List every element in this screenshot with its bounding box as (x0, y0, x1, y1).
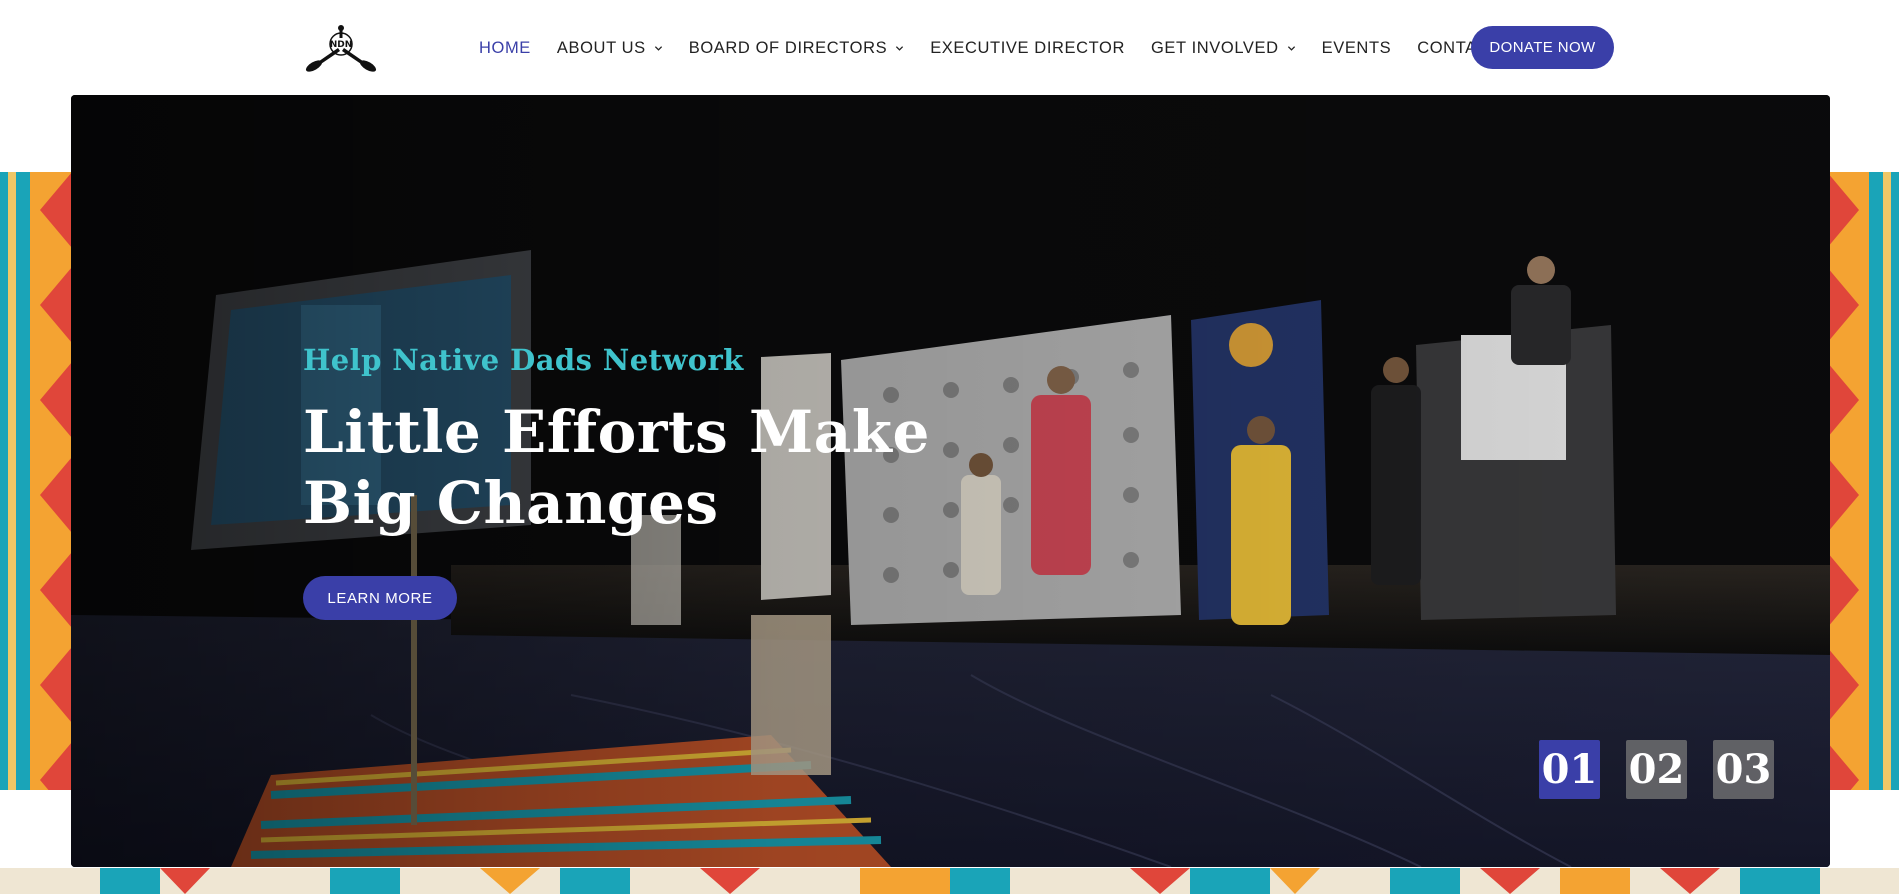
learn-more-button[interactable]: LEARN MORE (303, 576, 457, 620)
nav-board-of-directors-label: BOARD OF DIRECTORS (688, 38, 888, 57)
donate-now-button[interactable]: DONATE NOW (1471, 26, 1614, 69)
nav-executive-director[interactable]: EXECUTIVE DIRECTOR (930, 39, 1125, 58)
nav-get-involved[interactable]: GET INVOLVED (1151, 39, 1296, 58)
nav-about-us-label: ABOUT US (556, 38, 646, 57)
slide-pagination: 01 02 03 (1539, 740, 1774, 799)
pattern-band-bottom (0, 868, 1899, 894)
pattern-stripe-left (0, 172, 72, 790)
top-navigation: NDN HOME ABOUT US BOARD OF DIRECTORS EXE… (0, 0, 1899, 96)
nav-board-of-directors[interactable]: BOARD OF DIRECTORS (689, 39, 904, 58)
chevron-down-icon (1287, 45, 1295, 51)
nav-events[interactable]: EVENTS (1322, 39, 1392, 58)
nav-about-us[interactable]: ABOUT US (557, 39, 663, 58)
nav-executive-director-label: EXECUTIVE DIRECTOR (930, 38, 1125, 57)
main-menu: HOME ABOUT US BOARD OF DIRECTORS EXECUTI… (479, 36, 1555, 60)
logo[interactable]: NDN (302, 22, 380, 72)
chevron-down-icon (654, 45, 662, 51)
slide-dot-3[interactable]: 03 (1713, 740, 1774, 799)
nav-get-involved-label: GET INVOLVED (1150, 38, 1279, 57)
slide-dot-1[interactable]: 01 (1539, 740, 1600, 799)
hero-eyebrow: Help Native Dads Network (303, 343, 744, 377)
hero-slider: Help Native Dads Network Little Efforts … (71, 95, 1830, 867)
svg-text:NDN: NDN (330, 40, 353, 50)
nav-home[interactable]: HOME (479, 39, 531, 58)
hero-headline: Little Efforts Make Big Changes (303, 398, 930, 537)
nav-events-label: EVENTS (1321, 38, 1392, 57)
pattern-stripe-right (1827, 172, 1899, 790)
slide-dot-2[interactable]: 02 (1626, 740, 1687, 799)
feathers-logo-icon: NDN (305, 25, 377, 72)
chevron-down-icon (896, 45, 904, 51)
nav-home-label: HOME (479, 38, 531, 57)
